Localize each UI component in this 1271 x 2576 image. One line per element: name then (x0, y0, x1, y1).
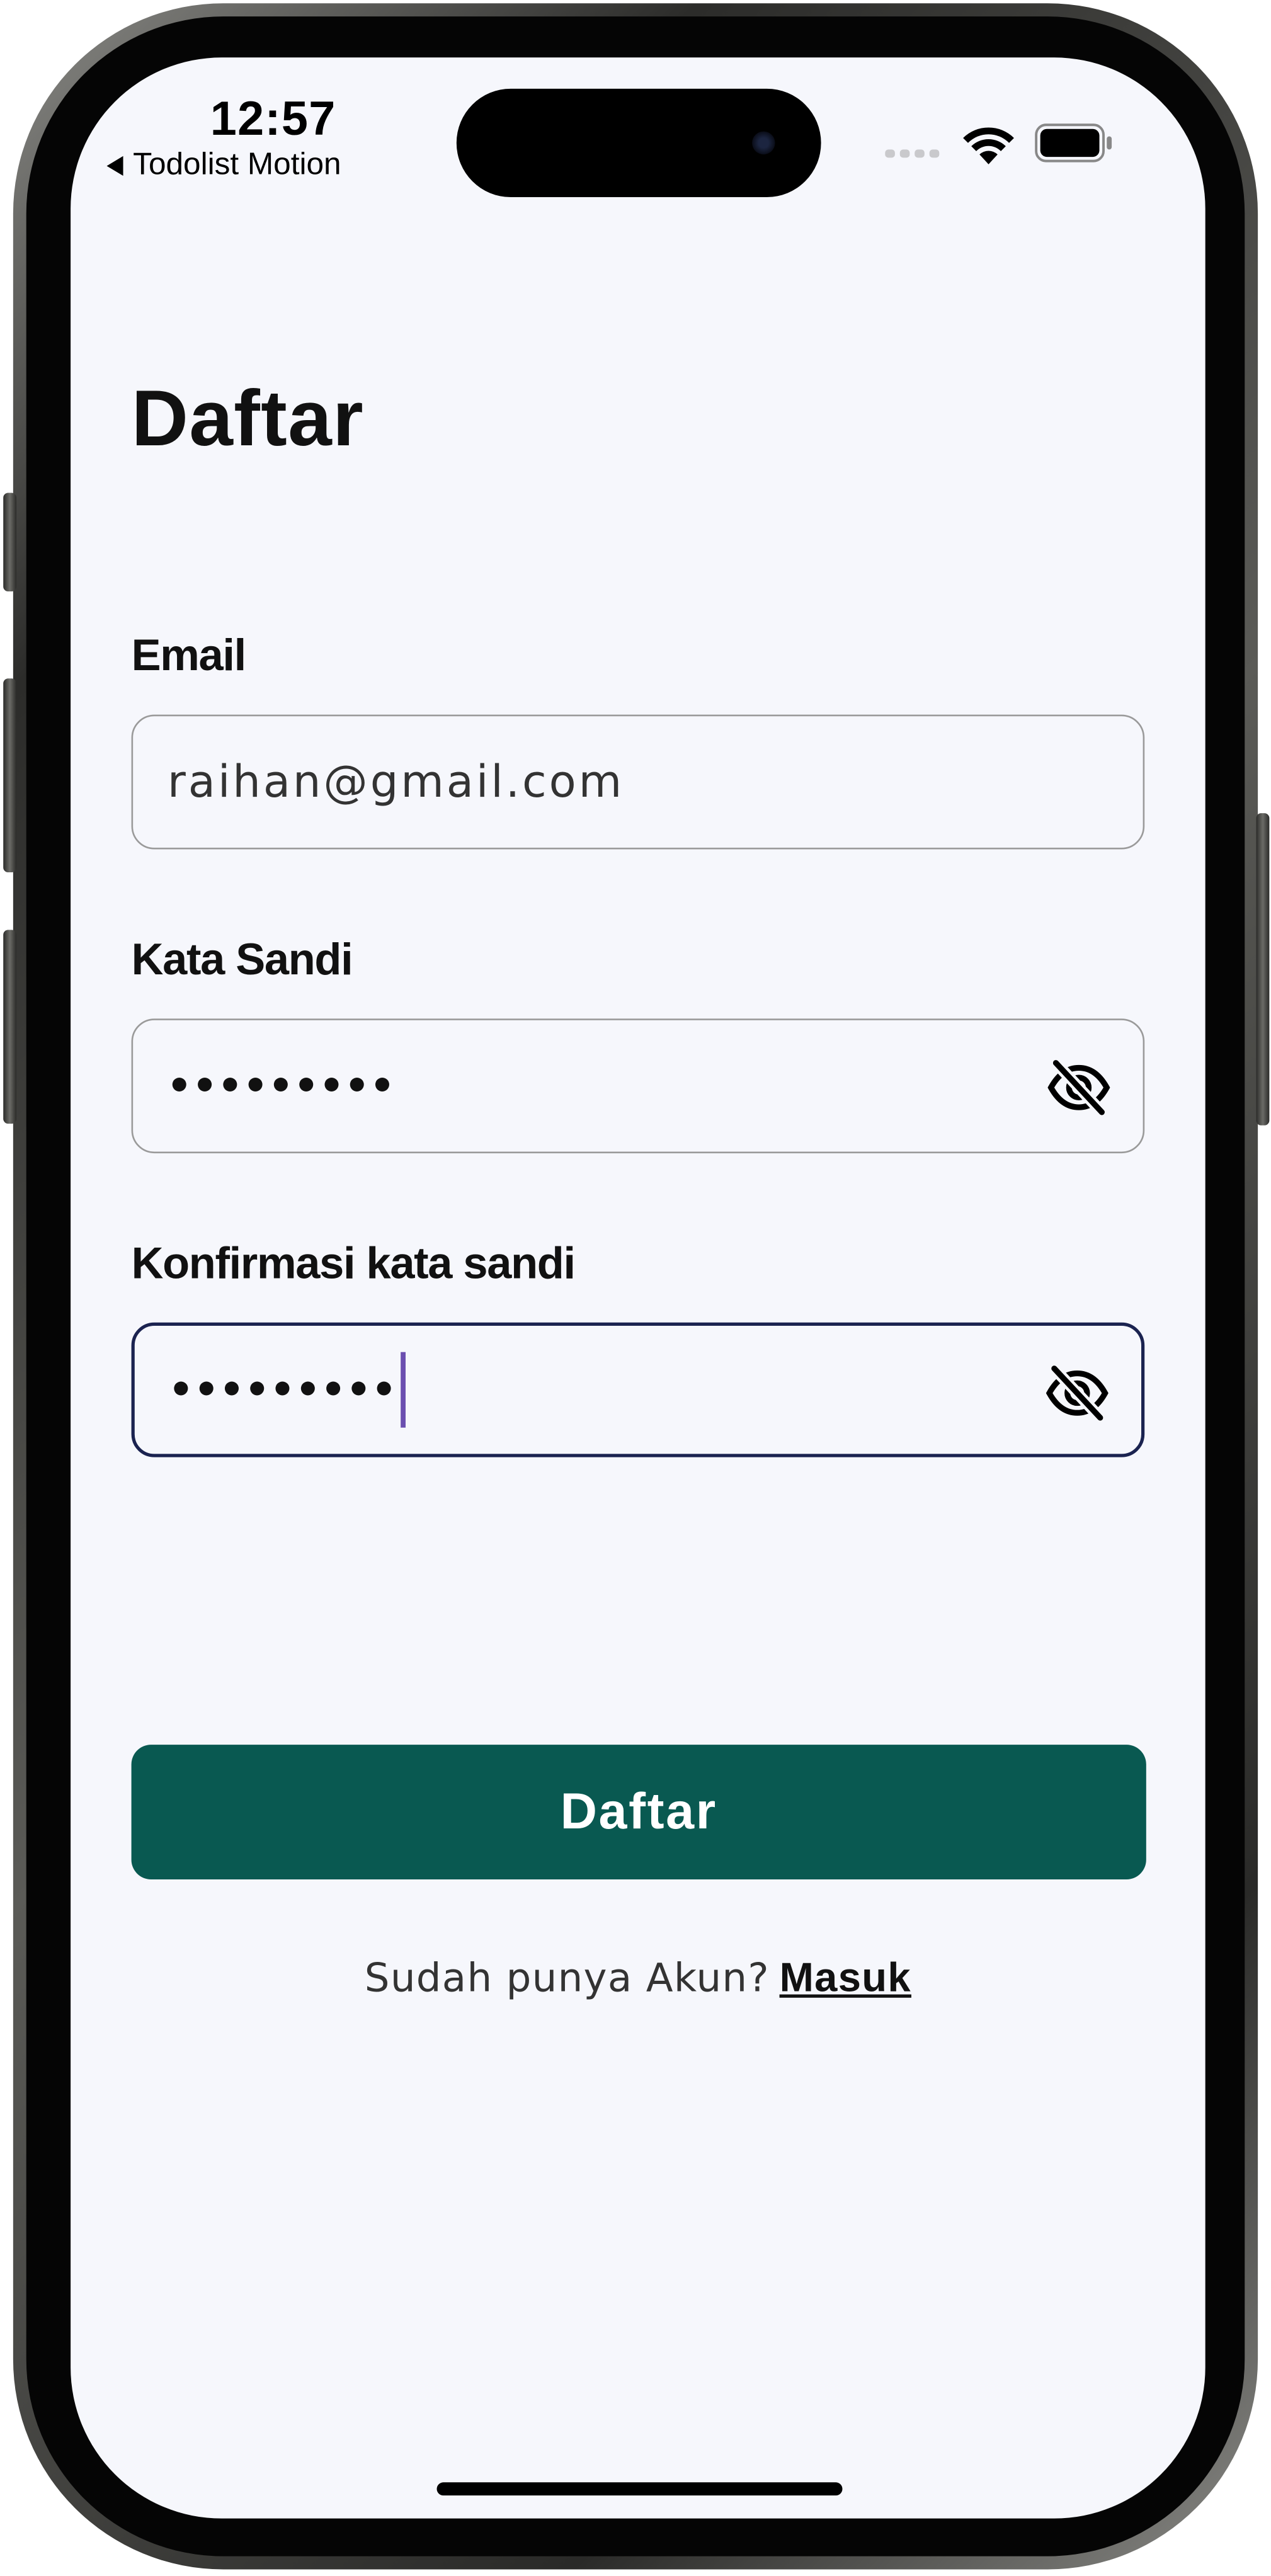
login-link[interactable]: Masuk (780, 1955, 911, 2001)
battery-icon (1035, 123, 1112, 162)
password-field[interactable]: ••••••••• (131, 1018, 1145, 1154)
action-button (3, 493, 17, 592)
back-app-label: Todolist Motion (133, 147, 341, 183)
camera-icon (752, 131, 775, 155)
email-value: raihan@gmail.com (167, 756, 625, 808)
confirm-password-value-wrap: ••••••••• (169, 1326, 406, 1454)
eye-off-icon[interactable] (1047, 1056, 1110, 1119)
password-label: Kata Sandi (131, 935, 353, 984)
power-button (1256, 813, 1270, 1126)
email-label: Email (131, 630, 247, 680)
register-button[interactable]: Daftar (131, 1745, 1146, 1880)
back-to-app-link[interactable]: Todolist Motion (106, 148, 341, 184)
login-prompt-text: Sudah punya Akun? (364, 1954, 770, 2002)
confirm-password-value: ••••••••• (169, 1367, 398, 1413)
home-indicator[interactable] (436, 2482, 843, 2496)
page-title: Daftar (131, 376, 365, 464)
dynamic-island (456, 88, 821, 198)
password-value: ••••••••• (167, 1063, 396, 1109)
login-prompt: Sudah punya Akun? Masuk (71, 1955, 1205, 2003)
status-time: 12:57 (210, 93, 336, 147)
confirm-password-label: Konfirmasi kata sandi (131, 1238, 576, 1288)
text-caret (401, 1352, 406, 1428)
confirm-password-field[interactable]: ••••••••• (131, 1322, 1145, 1457)
chevron-left-icon (106, 156, 123, 176)
volume-up-button (3, 678, 17, 873)
email-field[interactable]: raihan@gmail.com (131, 714, 1145, 850)
wifi-icon (963, 127, 1014, 164)
eye-off-icon[interactable] (1046, 1362, 1109, 1424)
app-screen: 12:57 Todolist Motion Daftar Email raiha… (71, 57, 1205, 2519)
volume-down-button (3, 930, 17, 1124)
cellular-signal-icon (885, 149, 940, 158)
